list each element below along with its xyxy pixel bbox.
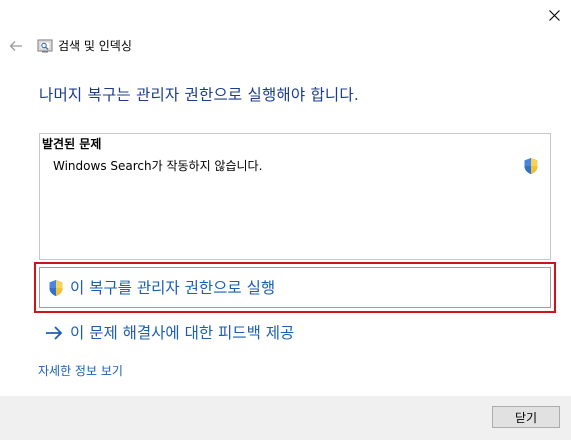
feedback-label: 이 문제 해결사에 대한 피드백 제공 — [70, 324, 295, 342]
troubleshooter-icon — [37, 39, 53, 53]
uac-shield-icon — [49, 279, 63, 296]
arrow-right-icon — [46, 326, 63, 340]
problems-found-panel: 발견된 문제 Windows Search가 작동하지 않습니다. — [39, 133, 551, 260]
close-icon — [549, 9, 560, 21]
more-info-link[interactable]: 자세한 정보 보기 — [38, 363, 123, 379]
back-arrow-icon — [9, 41, 22, 51]
title-bar: 검색 및 인덱싱 — [8, 37, 132, 55]
page-heading: 나머지 복구는 관리자 권한으로 실행해야 합니다. — [39, 86, 359, 104]
close-button[interactable]: 닫기 — [492, 406, 560, 428]
run-as-admin-label: 이 복구를 관리자 권한으로 실행 — [70, 278, 276, 297]
uac-shield-icon — [524, 158, 538, 174]
back-button[interactable] — [8, 38, 24, 54]
window-close-button[interactable] — [538, 0, 571, 30]
problem-item-label: Windows Search가 작동하지 않습니다. — [53, 159, 263, 173]
window-title: 검색 및 인덱싱 — [58, 39, 132, 53]
run-as-admin-button[interactable]: 이 복구를 관리자 권한으로 실행 — [39, 267, 551, 308]
problems-header: 발견된 문제 — [42, 137, 102, 151]
feedback-link[interactable]: 이 문제 해결사에 대한 피드백 제공 — [44, 322, 294, 344]
footer-bar: 닫기 — [0, 396, 571, 440]
